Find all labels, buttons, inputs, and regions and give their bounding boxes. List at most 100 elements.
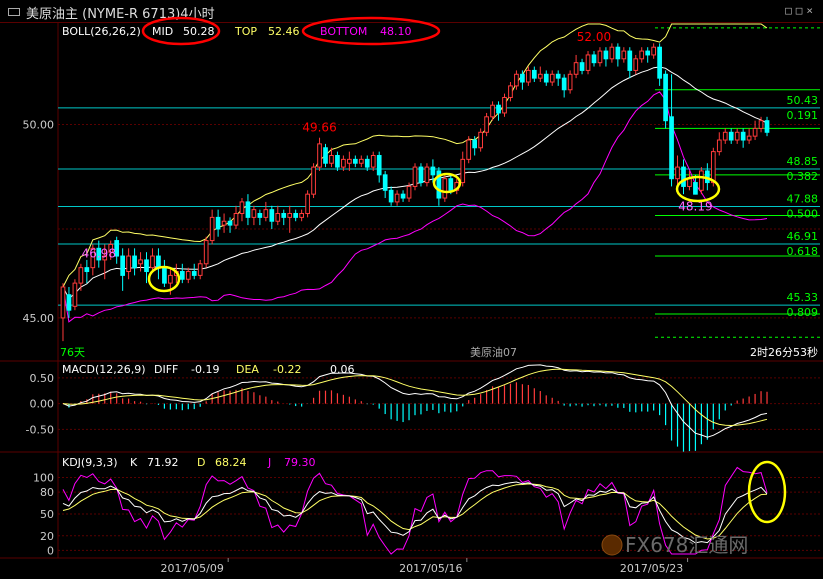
candle-body (126, 255, 131, 273)
candle-body (233, 213, 239, 226)
candle-body (693, 182, 698, 195)
fib-price-label: 46.91 (787, 230, 819, 243)
candle-body (639, 50, 645, 60)
candle-body (179, 271, 185, 280)
candle-body (716, 139, 722, 153)
price-annotation: 49.66 (302, 121, 336, 135)
kdj-y-tick-label: 100 (33, 472, 54, 485)
macd-hist-value: 0.06 (330, 363, 355, 376)
candle-body (197, 263, 203, 276)
candle-body (579, 62, 585, 71)
candle-body (478, 131, 483, 149)
macd-dea-name: DEA (236, 363, 259, 376)
candle-body (84, 267, 90, 273)
candle-body (150, 255, 155, 269)
candle-body (657, 46, 662, 79)
candle-body (752, 127, 758, 137)
boll-bottom-value: 48.10 (380, 25, 412, 38)
candle-body (239, 201, 245, 215)
kdj-y-tick-label: 80 (40, 486, 54, 499)
boll-top-value: 52.46 (268, 25, 300, 38)
kdj-j-name: J (267, 456, 271, 469)
macd-label: MACD(12,26,9) (62, 363, 146, 376)
candle-body (514, 73, 519, 87)
kdj-label: KDJ(9,3,3) (62, 456, 118, 469)
candle-body (740, 131, 746, 141)
candle-body (132, 255, 137, 269)
candle-body (484, 116, 489, 133)
boll-top-name: TOP (234, 25, 257, 38)
candle-body (251, 209, 257, 218)
fib-ratio-label: 0.382 (787, 170, 819, 183)
candle-body (466, 139, 472, 160)
days-label: 76天 (60, 346, 85, 359)
candle-body (585, 54, 591, 71)
candle-body (728, 131, 734, 141)
candle-body (317, 143, 322, 168)
kdj-y-tick-label: 20 (40, 530, 54, 543)
kdj-y-tick-label: 0 (47, 544, 54, 557)
candle-body (329, 154, 334, 164)
candle-body (376, 154, 382, 176)
candle-body (567, 73, 573, 91)
candle-body (275, 213, 281, 222)
price-chart: 50.0045.0050.430.19148.850.38247.880.500… (0, 16, 823, 575)
candle-body (573, 62, 579, 75)
candle-body (609, 46, 615, 60)
candle-body (203, 240, 209, 265)
candle-body (281, 213, 287, 218)
candle-body (156, 255, 161, 269)
candle-body (227, 220, 233, 226)
candle-body (424, 166, 430, 184)
candle-body (263, 209, 269, 218)
candle-body (663, 73, 668, 122)
candle-body (209, 216, 215, 242)
macd-y-tick-label: 0.50 (30, 372, 55, 385)
price-annotation: 46.98 (82, 246, 116, 260)
candle-body (520, 73, 525, 83)
price-annotation: 52.00 (577, 30, 611, 44)
candle-body (764, 120, 770, 133)
candle-body (549, 73, 555, 83)
fib-ratio-label: 0.191 (787, 109, 819, 122)
candle-body (335, 154, 340, 168)
candle-body (352, 158, 358, 164)
candle-body (311, 166, 316, 195)
candle-body (78, 267, 84, 284)
countdown-label: 2时26分53秒 (750, 345, 818, 359)
kdj-k-value: 71.92 (147, 456, 179, 469)
watermark-text: FX678汇通网 (625, 533, 748, 557)
candle-body (299, 213, 304, 218)
candle-body (120, 255, 125, 276)
macd-y-tick-label: 0.00 (30, 398, 55, 411)
candle-body (645, 50, 651, 56)
candle-body (347, 158, 352, 164)
candle-body (448, 178, 454, 191)
candle-body (508, 85, 513, 98)
candle-body (293, 213, 299, 218)
candle-body (722, 131, 728, 141)
candle-body (382, 174, 388, 191)
candle-body (543, 73, 549, 83)
candle-body (305, 193, 310, 215)
macd-dea-value: -0.22 (273, 363, 301, 376)
candle-body (430, 166, 436, 176)
candle-body (537, 73, 543, 79)
candle-body (460, 158, 466, 184)
fib-price-label: 50.43 (787, 94, 819, 107)
macd-diff-name: DIFF (154, 363, 178, 376)
candle-body (394, 193, 400, 203)
candle-body (603, 50, 609, 60)
candle-body (675, 166, 680, 180)
candle-body (138, 259, 143, 265)
candle-body (370, 154, 376, 168)
candle-body (168, 274, 173, 284)
boll-mid-name: MID (152, 25, 173, 38)
candle-body (341, 158, 346, 168)
candle-body (60, 286, 66, 319)
candle-body (699, 170, 704, 191)
fib-price-label: 45.33 (787, 291, 819, 304)
fib-price-label: 47.88 (787, 193, 819, 206)
candle-body (358, 158, 364, 164)
candle-body (651, 46, 657, 56)
